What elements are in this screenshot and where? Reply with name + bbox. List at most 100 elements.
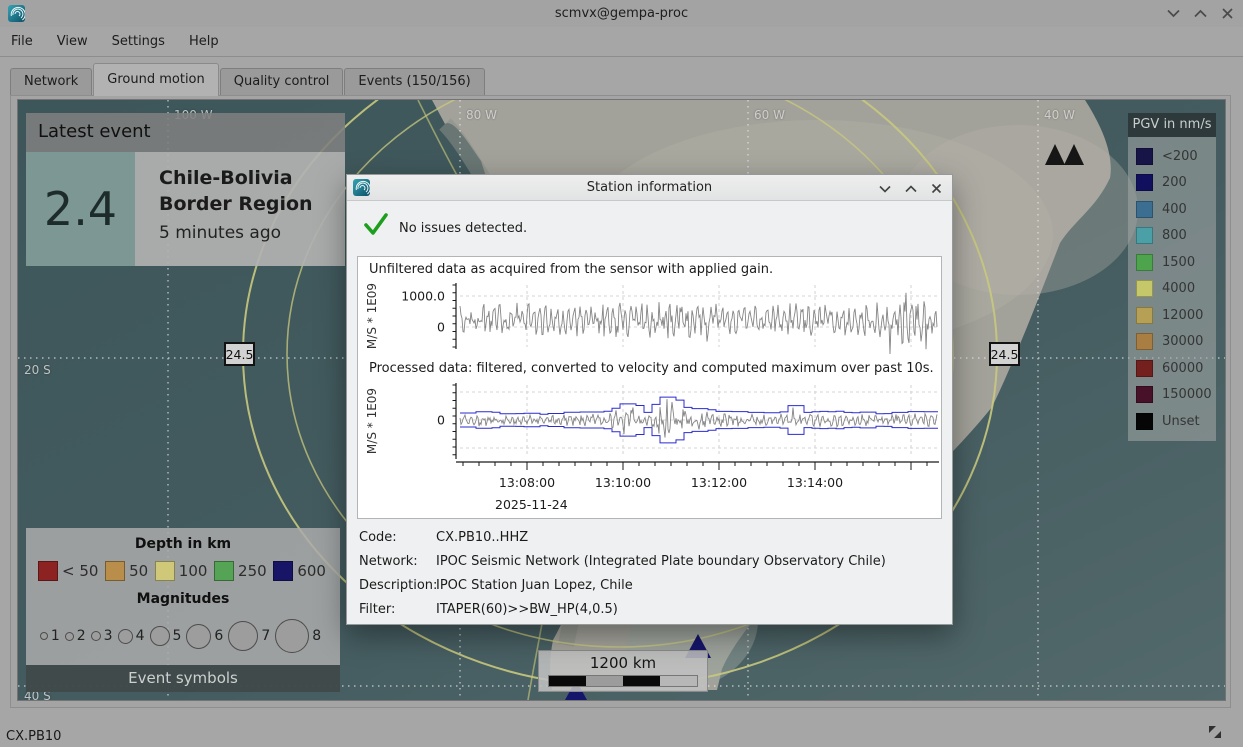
pgv-legend-row: 200 [1136, 170, 1216, 197]
depth-legend-label: 250 [238, 562, 267, 580]
pgv-color-swatch [1136, 148, 1153, 165]
window-title: scmvx@gempa-proc [0, 6, 1243, 21]
latest-event-header: Latest event [26, 113, 345, 152]
menu-view[interactable]: View [48, 29, 97, 54]
svg-text:1000.0: 1000.0 [401, 289, 445, 304]
pgv-legend-label: 400 [1162, 202, 1187, 217]
depth-legend-label: 50 [129, 562, 148, 580]
tab-bar: Network Ground motion Quality control Ev… [10, 63, 486, 96]
magnitude-label: 6 [214, 628, 223, 644]
waveform-panel[interactable]: Unfiltered data as acquired from the sen… [357, 256, 942, 519]
magnitude-label: 3 [104, 628, 113, 644]
plot1-caption: Unfiltered data as acquired from the sen… [369, 262, 773, 277]
depth-legend-item: 100 [155, 561, 208, 581]
pgv-legend-label: 150000 [1162, 387, 1212, 402]
pgv-legend-label: 30000 [1162, 334, 1203, 349]
tab-quality-control[interactable]: Quality control [220, 68, 344, 96]
magnitude-scale-item: 2 [65, 628, 86, 644]
magnitude-scale-item: 1 [40, 628, 60, 644]
pgv-legend-label: 60000 [1162, 361, 1203, 376]
dialog-status-text: No issues detected. [399, 221, 527, 236]
magnitude-circle [150, 626, 170, 646]
dialog-titlebar[interactable]: Station information [347, 175, 952, 201]
detail-value: CX.PB10..HHZ [436, 530, 528, 545]
svg-text:13:12:00: 13:12:00 [691, 475, 747, 490]
pgv-legend-label: 12000 [1162, 308, 1203, 323]
magnitude-scale-item: 6 [186, 624, 223, 649]
event-time-ago: 5 minutes ago [159, 223, 345, 243]
depth-legend-label: < 50 [62, 562, 98, 580]
magnitude-circle [228, 621, 258, 651]
magnitude-scale-item: 5 [150, 626, 182, 646]
pgv-color-swatch [1136, 280, 1153, 297]
pgv-color-swatch [1136, 254, 1153, 271]
dialog-shade-button[interactable] [877, 181, 892, 196]
detail-label: Network: [359, 554, 436, 569]
magnitude-circle [40, 632, 48, 640]
window-close-button[interactable] [1220, 6, 1235, 21]
magnitude-circle [65, 632, 74, 641]
map-scale: 1200 km [538, 650, 708, 692]
pgv-legend-row: 4000 [1136, 276, 1216, 303]
resize-grip-icon[interactable] [1205, 722, 1225, 746]
menu-settings[interactable]: Settings [103, 29, 174, 54]
pgv-legend-row: 1500 [1136, 249, 1216, 276]
pgv-legend-label: 800 [1162, 228, 1187, 243]
event-symbols-footer: Event symbols [26, 665, 340, 692]
event-magnitude-value: 2.4 [26, 152, 135, 266]
pgv-legend-label: <200 [1162, 149, 1198, 164]
magnitude-circle [118, 629, 133, 644]
menu-help[interactable]: Help [180, 29, 228, 54]
pgv-color-swatch [1136, 413, 1153, 430]
tab-ground-motion[interactable]: Ground motion [93, 63, 218, 96]
pgv-legend-title: PGV in nm/s [1128, 113, 1216, 137]
pgv-color-swatch [1136, 360, 1153, 377]
pgv-legend: PGV in nm/s <200 200 400 800 1500 4000 12000 30… [1128, 113, 1216, 441]
magnitude-label: 8 [312, 628, 321, 644]
map-scale-label: 1200 km [539, 654, 707, 672]
event-symbols-legend: Depth in km < 5050100250600 Magnitudes 1… [26, 528, 340, 692]
svg-text:2025-11-24: 2025-11-24 [495, 497, 568, 512]
dialog-maximize-button[interactable] [903, 181, 918, 196]
pgv-legend-row: <200 [1136, 143, 1216, 170]
pgv-legend-row: 800 [1136, 223, 1216, 250]
depth-legend-entries: < 50 50 100 250 600 [26, 552, 340, 585]
magnitudes-title: Magnitudes [26, 585, 340, 607]
pgv-color-swatch [1136, 386, 1153, 403]
magnitude-label: 7 [261, 628, 270, 644]
pgv-legend-row: 60000 [1136, 355, 1216, 382]
menu-file[interactable]: File [2, 29, 42, 54]
magnitude-scale-item: 8 [275, 619, 321, 653]
pgv-color-swatch [1136, 307, 1153, 324]
latest-event-panel: Latest event 2.4 Chile-Bolivia Border Re… [26, 113, 345, 266]
depth-legend-item: 50 [105, 561, 148, 581]
window-maximize-button[interactable] [1193, 6, 1208, 21]
pgv-legend-row: Unset [1136, 408, 1216, 435]
detail-value: ITAPER(60)>>BW_HP(4,0.5) [436, 602, 618, 617]
meridian-label-40w: 40 W [1044, 108, 1075, 122]
dialog-close-button[interactable] [929, 181, 944, 196]
magnitude-circle [91, 631, 101, 641]
tab-network[interactable]: Network [10, 68, 92, 96]
depth-color-swatch [155, 561, 175, 581]
depth-legend-label: 600 [297, 562, 326, 580]
pgv-color-swatch [1136, 201, 1153, 218]
waveform-charts: 1000.00M/S * 1E090M/S * 1E0913:08:0013:1… [358, 257, 941, 518]
tab-events[interactable]: Events (150/156) [344, 68, 484, 96]
svg-text:0: 0 [437, 413, 445, 428]
pgv-color-swatch [1136, 227, 1153, 244]
magnitude-circle [275, 619, 309, 653]
svg-text:M/S * 1E09: M/S * 1E09 [365, 283, 379, 349]
depth-legend-label: 100 [179, 562, 208, 580]
window-shade-button[interactable] [1166, 6, 1181, 21]
pgv-legend-label: 4000 [1162, 281, 1195, 296]
pgv-legend-row: 150000 [1136, 382, 1216, 409]
detail-label: Description: [359, 578, 436, 593]
magnitude-label: 4 [136, 628, 145, 644]
window-titlebar[interactable]: scmvx@gempa-proc [0, 0, 1243, 27]
ring-distance-label-left: 24.5 [224, 342, 255, 366]
event-region: Chile-Bolivia Border Region [159, 166, 329, 217]
svg-text:0: 0 [437, 320, 445, 335]
depth-color-swatch [214, 561, 234, 581]
detail-row-description: Description: IPOC Station Juan Lopez, Ch… [359, 578, 633, 593]
